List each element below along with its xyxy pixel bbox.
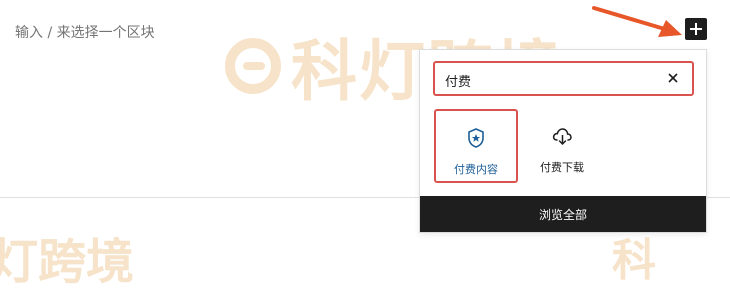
block-label: 付费下载 [540, 161, 584, 174]
watermark-right: 科 [612, 235, 656, 286]
block-item-paid-content[interactable]: 付费内容 [434, 109, 518, 183]
add-block-button[interactable] [685, 18, 707, 40]
block-item-paid-download[interactable]: 付费下载 [520, 109, 604, 183]
shield-star-icon [468, 128, 484, 148]
plus-icon [690, 23, 702, 35]
browse-all-button[interactable]: 浏览全部 [420, 196, 706, 232]
block-search-input[interactable]: 付费 [433, 61, 694, 96]
block-inserter-popover: 付费 付费内容 付费下载 浏览全部 [419, 49, 707, 233]
block-label: 付费内容 [454, 163, 498, 176]
clear-search-button[interactable] [662, 67, 684, 89]
cloud-download-icon [552, 128, 572, 146]
close-icon [668, 73, 678, 83]
search-value[interactable]: 付费 [445, 71, 471, 90]
watermark-bottom: 灯跨境 [0, 234, 135, 290]
block-placeholder[interactable]: 输入 / 来选择一个区块 [15, 22, 155, 42]
annotation-arrow-icon [592, 6, 682, 37]
watermark-logo-icon [225, 38, 281, 94]
